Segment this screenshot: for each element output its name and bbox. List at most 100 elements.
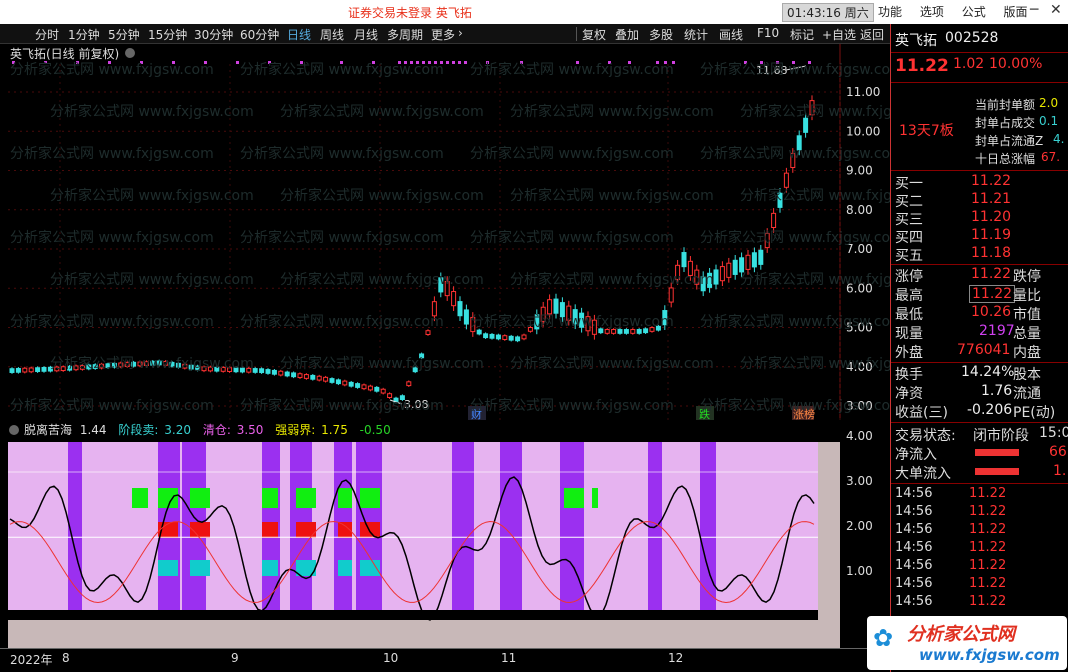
period-tab-0[interactable]: 分时 [35,26,59,43]
watermark-span: 分析家公式网 www.fxjgsw.com [470,145,674,162]
watermark-span: 分析家公式网 www.fxjgsw.com [10,397,214,414]
price-tick-2: 9.00 [846,164,873,178]
candle-body-49 [323,376,329,382]
watermark-span: 分析家公式网 www.fxjgsw.com [470,397,674,414]
action-overlay[interactable]: 叠加 [615,26,639,43]
watermark-span: 分析家公式网 www.fxjgsw.com [700,229,890,246]
period-tab-2[interactable]: 5分钟 [108,26,140,43]
ind-tick-3: 1.00 [846,564,873,578]
price-tick-3: 8.00 [846,203,873,217]
candle-body-111 [719,266,725,282]
watermark-span: 分析家公式网 www.fxjgsw.com [740,355,890,372]
period-tab-5[interactable]: 60分钟 [240,26,279,43]
neg-value: -0.50 [360,423,391,437]
tick-row-2: 14:56 11.22 [895,522,1007,537]
candle-body-85 [553,298,559,314]
watermark-span: 分析家公式网 www.fxjgsw.com [280,271,484,288]
green-block-0 [132,488,148,508]
kline-chart[interactable]: 英飞拓(日线 前复权) 11.0010.009.008.007.006.005.… [0,44,890,420]
candle-body-93 [604,329,610,334]
menu-formula[interactable]: 公式 [962,5,986,19]
watermark-span: 分析家公式网 www.fxjgsw.com [510,355,714,372]
candle-body-121 [783,172,789,188]
ind-tick-0: 4.00 [846,429,873,443]
candle-body-96 [623,329,629,334]
stat2-row-0: 换手 14.24% 股本 [895,364,1041,383]
candle-body-98 [636,329,642,334]
action-fuquan[interactable]: 复权 [582,26,606,43]
period-tab-6[interactable]: 日线 [287,26,311,43]
candle-body-80 [521,334,527,340]
period-tab-1[interactable]: 1分钟 [68,26,100,43]
candle-body-0 [9,368,15,373]
candle-body-103 [668,287,674,303]
stock-code: 002528 [945,30,999,46]
candle-body-3 [28,367,34,373]
candle-body-69 [451,291,457,307]
candle-body-1 [15,367,21,373]
candle-body-52 [342,380,348,386]
watermark-span: 分析家公式网 www.fxjgsw.com [10,61,214,78]
close-icon[interactable]: ✕ [1050,2,1062,18]
action-stats[interactable]: 统计 [684,26,708,43]
indicator-right-strip [818,442,840,648]
watermark-span: 分析家公式网 www.fxjgsw.com [510,187,714,204]
green-block-1 [158,488,178,508]
chart-dropdown-icon[interactable] [125,48,135,58]
price-tick-1: 10.00 [846,124,880,138]
green-block-8 [592,488,598,508]
more-chevron-icon[interactable]: › [458,26,463,40]
purple-band-8 [500,442,522,610]
green-block-3 [262,488,278,508]
candle-body-119 [771,212,777,228]
time-label-year: 2022年 [10,653,53,667]
green-block-2 [190,488,210,508]
indicator-dropdown-icon[interactable] [9,425,19,435]
menu-function[interactable]: 功能 [878,5,902,19]
tick-row-4: 14:56 11.22 [895,558,1007,573]
top-menu: 功能 选项 公式 版面 [878,3,1042,20]
ind-tick-1: 3.00 [846,474,873,488]
green-block-7 [564,488,584,508]
action-back[interactable]: 返回 [860,26,884,43]
watermark-span: 分析家公式网 www.fxjgsw.com [10,313,214,330]
candle-body-105 [681,252,687,268]
cyan-block-2 [262,560,278,576]
period-tab-9[interactable]: 多周期 [387,26,423,43]
candle-body-4 [35,367,41,373]
candle-body-57 [374,386,380,392]
action-draw[interactable]: 画线 [719,26,743,43]
period-tab-4[interactable]: 30分钟 [194,26,233,43]
indicator-panel[interactable]: 脱离苦海 1.44 阶段卖: 3.20 清仓: 3.50 强弱界: 1.75 -… [0,420,890,648]
bid-row-0: 买一 11.22 [895,173,1012,192]
action-f10[interactable]: F10 [757,26,779,40]
signal-dot-23 [464,61,467,64]
bid-row-2: 买三 11.20 [895,209,1012,228]
minimize-icon[interactable]: ─ [1030,2,1038,18]
candle-body-56 [367,385,373,391]
candle-body-43 [284,371,290,377]
green-block-6 [360,488,380,508]
candle-body-53 [348,381,354,387]
menu-options[interactable]: 选项 [920,5,944,19]
price-change: 1.02 [953,56,985,72]
watermark-span: 分析家公式网 www.fxjgsw.com [510,271,714,288]
candle-body-110 [713,269,719,285]
netflow-bar [975,449,1019,456]
period-tab-8[interactable]: 月线 [354,26,378,43]
watermark-span: 分析家公式网 www.fxjgsw.com [470,229,674,246]
candle-body-50 [329,378,335,383]
watermark-span: 分析家公式网 www.fxjgsw.com [50,187,254,204]
period-tab-10[interactable]: 更多 [431,26,455,43]
action-mark[interactable]: 标记 [790,26,814,43]
action-multi[interactable]: 多股 [649,26,673,43]
period-tab-3[interactable]: 15分钟 [148,26,187,43]
menu-layout[interactable]: 版面 [1004,5,1028,19]
watermark-span: 分析家公式网 www.fxjgsw.com [240,313,444,330]
period-tab-7[interactable]: 周线 [320,26,344,43]
watermark-span: 分析家公式网 www.fxjgsw.com [240,61,444,78]
watermark-span: 分析家公式网 www.fxjgsw.com [700,145,890,162]
action-add-watch[interactable]: +自选 [822,26,856,43]
red-block-2 [262,522,278,538]
divider [891,52,1068,53]
